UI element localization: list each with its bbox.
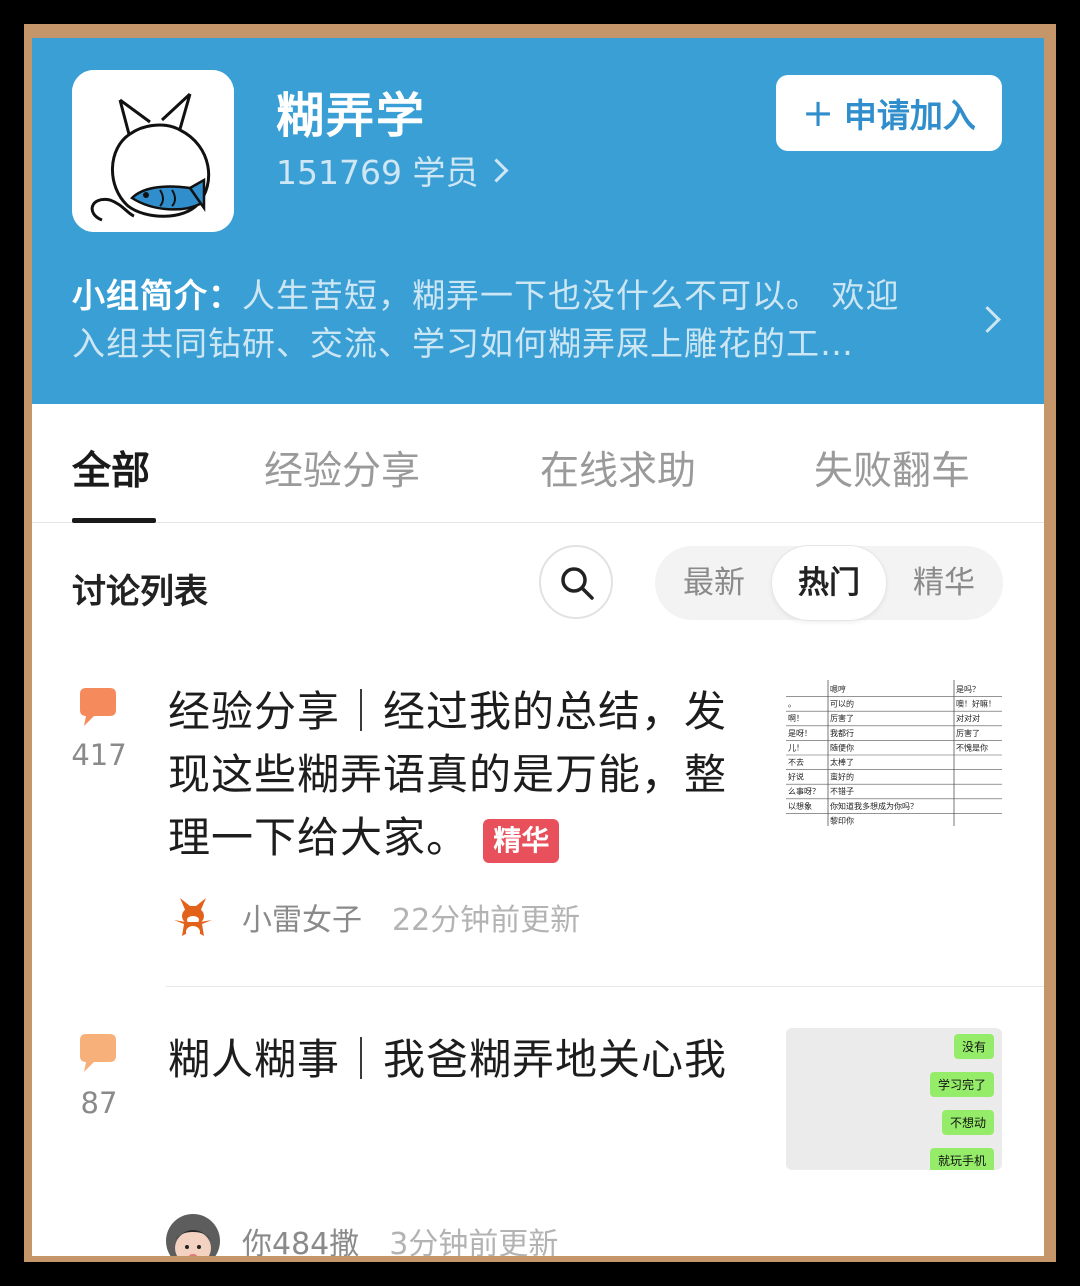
table-cell: 你知道我多想成为你吗？ <box>830 801 918 811</box>
post-title: 糊人糊事｜我爸糊弄地关心我 <box>168 1035 728 1084</box>
post-thumbnail[interactable]: 嗯哼 是吗？ 。 可以的 噢！好嘛！ 啊！ 厉害了 对对对是呀！ 我都行 厉害了儿！ 随便你 不愧是你… <box>786 680 1002 826</box>
post-item[interactable]: 417 经验分享｜经过我的总结，发现这些糊弄语真的是万能，整理一下给大家。 精华… <box>32 658 1044 988</box>
join-label: 申请加入 <box>843 96 976 135</box>
fox-avatar-icon <box>166 890 220 944</box>
screen: 糊弄学 151769 学员 + 申请加入 小组简介：人生苦短，糊弄一下也没什么不… <box>32 38 1044 1256</box>
table-cell: 对对对 <box>956 713 980 723</box>
chat-bubble: 不想动 <box>941 1110 994 1135</box>
table-cell: 随便你 <box>830 742 854 752</box>
group-intro[interactable]: 小组简介：人生苦短，糊弄一下也没什么不可以。 欢迎入组共同钻研、交流、学习如何糊… <box>72 272 932 368</box>
group-avatar[interactable] <box>72 70 234 232</box>
featured-badge: 精华 <box>483 818 560 863</box>
table-cell: 厉害了 <box>830 713 854 723</box>
table-cell: 厉害了 <box>956 728 980 738</box>
join-button[interactable]: + 申请加入 <box>776 75 1002 151</box>
baby-avatar-icon <box>166 1214 220 1256</box>
table-cell: 黎印你 <box>830 815 854 825</box>
comment-bubble-icon <box>80 1034 116 1072</box>
member-count-link[interactable]: 151769 学员 <box>276 146 509 194</box>
table-cell: 不愧是你 <box>956 742 988 752</box>
author-name[interactable]: 你484撒 <box>242 1219 359 1256</box>
comment-bubble-icon <box>80 688 116 726</box>
comment-count: 417 <box>71 738 127 772</box>
avatar[interactable] <box>166 1214 220 1256</box>
table-cell: 是呀！ <box>788 729 812 738</box>
intro-label: 小组简介： <box>72 276 242 315</box>
post-thumbnail[interactable]: 没有学习完了不想动就玩手机 <box>786 1028 1002 1170</box>
intro-expand-icon[interactable] <box>974 306 1001 333</box>
word-table-image: 嗯哼 是吗？ 。 可以的 噢！好嘛！ 啊！ 厉害了 对对对是呀！ 我都行 厉害了儿！ 随便你 不愧是你… <box>786 680 1002 826</box>
sort-hot[interactable]: 热门 <box>772 546 886 620</box>
table-cell: 太棒了 <box>830 757 854 767</box>
table-cell: 是吗？ <box>956 685 980 694</box>
table-cell: 不错子 <box>830 786 854 796</box>
comment-count: 87 <box>80 1086 118 1120</box>
author-name[interactable]: 小雷女子 <box>242 895 362 939</box>
table-cell: 么事呀？ <box>788 786 820 796</box>
tab-experience[interactable]: 经验分享 <box>264 440 420 496</box>
table-cell: 我都行 <box>830 728 854 738</box>
table-cell: 蛮好的 <box>830 772 854 782</box>
search-button[interactable] <box>539 545 613 619</box>
table-cell: 好说 <box>788 772 804 782</box>
group-name: 糊弄学 <box>276 88 427 144</box>
table-cell: 以想象 <box>788 801 812 811</box>
chat-bubble: 没有 <box>953 1034 994 1059</box>
tab-indicator <box>72 518 156 523</box>
search-icon <box>561 567 594 600</box>
table-cell: 儿！ <box>788 743 804 752</box>
update-time: 22分钟前更新 <box>392 903 581 938</box>
table-cell: 。 <box>788 700 796 709</box>
divider <box>166 986 1044 987</box>
plus-icon: + <box>802 91 834 135</box>
table-cell: 嗯哼 <box>830 684 846 694</box>
sort-latest[interactable]: 最新 <box>657 546 771 620</box>
tab-all[interactable]: 全部 <box>72 440 150 496</box>
table-cell: 不去 <box>788 757 804 767</box>
avatar[interactable] <box>166 890 220 944</box>
update-time: 3分钟前更新 <box>389 1227 559 1256</box>
post-item[interactable]: 87 糊人糊事｜我爸糊弄地关心我 没有学习完了不想动就玩手机 你484撒 3分钟… <box>32 1004 1044 1256</box>
sort-switch: 最新 热门 精华 <box>655 546 1003 620</box>
post-title: 经验分享｜经过我的总结，发现这些糊弄语真的是万能，整理一下给大家。 精华 <box>168 687 728 863</box>
list-title: 讨论列表 <box>72 572 208 612</box>
category-tabs: 全部 经验分享 在线求助 失败翻车 <box>32 404 1044 523</box>
post-meta: 你484撒 3分钟前更新 <box>166 1214 558 1256</box>
chat-bubble: 学习完了 <box>929 1072 994 1097</box>
member-count: 151769 学员 <box>276 153 479 192</box>
tab-fail[interactable]: 失败翻车 <box>814 440 970 496</box>
chat-bubble: 就玩手机 <box>929 1148 994 1170</box>
chevron-right-icon <box>484 157 509 183</box>
table-cell: 可以的 <box>830 699 854 709</box>
group-header: 糊弄学 151769 学员 + 申请加入 小组简介：人生苦短，糊弄一下也没什么不… <box>32 38 1044 404</box>
tab-help[interactable]: 在线求助 <box>540 440 696 496</box>
sort-featured[interactable]: 精华 <box>887 546 1001 620</box>
post-meta: 小雷女子 22分钟前更新 <box>166 890 580 944</box>
cat-logo-icon <box>72 70 234 232</box>
table-cell: 啊！ <box>788 714 804 723</box>
table-cell: 噢！好嘛！ <box>956 699 996 709</box>
